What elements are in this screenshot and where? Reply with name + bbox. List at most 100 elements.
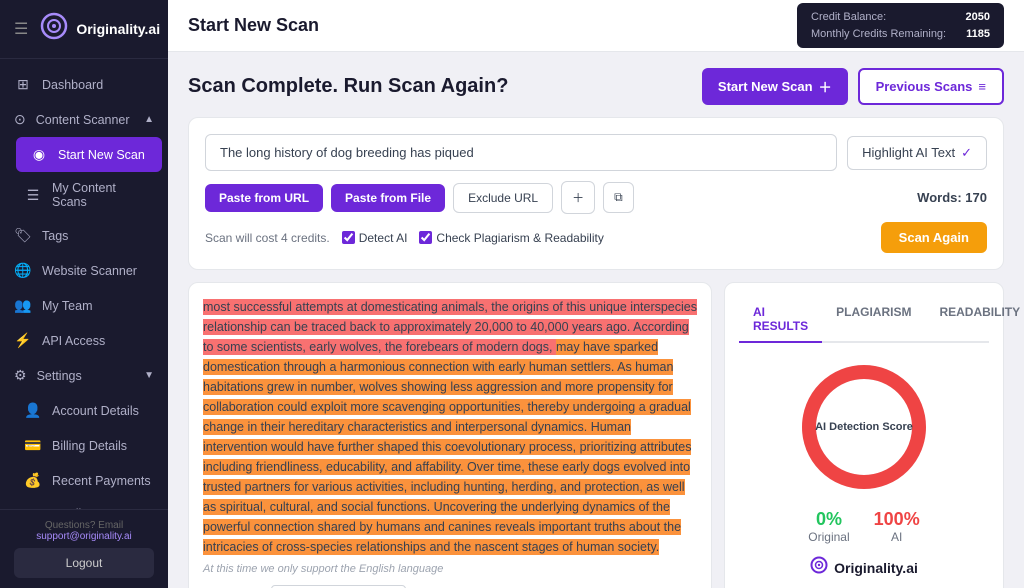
billing-icon: 💳 xyxy=(24,437,42,454)
main-area: Start New Scan Credit Balance: 2050 Mont… xyxy=(168,0,1024,588)
brand-name: Originality.ai xyxy=(834,560,918,576)
sidebar-label-account: Account Details xyxy=(52,404,139,418)
hamburger-icon[interactable]: ☰ xyxy=(14,19,28,39)
scan-input-panel: The long history of dog breeding has piq… xyxy=(188,117,1004,270)
sidebar-item-my-content-scans[interactable]: ☰ My Content Scans xyxy=(10,172,168,218)
sidebar-label-api: API Access xyxy=(42,334,105,348)
copy-icon-button[interactable]: ⧉ xyxy=(603,182,634,213)
sidebar-label-tags: Tags xyxy=(42,229,68,243)
monthly-remaining-label: Monthly Credits Remaining: xyxy=(811,26,946,43)
start-scan-icon: ◉ xyxy=(30,146,48,163)
sidebar-item-account-details[interactable]: 👤 Account Details xyxy=(10,393,168,428)
content-scans-icon: ☰ xyxy=(24,187,42,204)
right-column: AI RESULTS PLAGIARISM READABILITY xyxy=(724,282,1004,588)
add-icon-button[interactable]: ＋ xyxy=(561,181,595,214)
language-note: At this time we only support the English… xyxy=(203,563,697,575)
settings-icon: ⚙ xyxy=(14,367,27,384)
sidebar-label-website-scanner: Website Scanner xyxy=(42,264,137,278)
sidebar-item-website-scanner[interactable]: 🌐 Website Scanner xyxy=(0,253,168,288)
ai-pct: 100% xyxy=(874,509,920,530)
page-title: Start New Scan xyxy=(188,15,319,36)
sidebar-item-tags[interactable]: 🏷 Tags xyxy=(0,218,168,253)
original-score: 0% Original xyxy=(808,509,849,544)
topbar: Start New Scan Credit Balance: 2050 Mont… xyxy=(168,0,1024,52)
sidebar-label-content-scanner: Content Scanner xyxy=(36,113,130,127)
sidebar-label-dashboard: Dashboard xyxy=(42,78,103,92)
scan-text-input[interactable]: The long history of dog breeding has piq… xyxy=(205,134,837,171)
two-col-layout: most successful attempts at domesticatin… xyxy=(188,282,1004,588)
logout-button[interactable]: Logout xyxy=(14,548,154,578)
sidebar-label-my-content-scans: My Content Scans xyxy=(52,181,154,209)
plagiarism-checkbox-label[interactable]: Check Plagiarism & Readability xyxy=(419,231,603,245)
sidebar-sub-settings: 👤 Account Details 💳 Billing Details 💰 Re… xyxy=(0,393,168,509)
support-email[interactable]: support@originality.ai xyxy=(36,531,132,542)
sidebar-item-billing-details[interactable]: 💳 Billing Details xyxy=(10,428,168,463)
sidebar-footer: Questions? Email support@originality.ai … xyxy=(0,509,168,588)
previous-scans-button[interactable]: Previous Scans ≡ xyxy=(858,68,1004,105)
brand-logo-icon xyxy=(810,556,828,579)
score-labels: 0% Original 100% AI xyxy=(739,509,989,544)
topbar-right: Credit Balance: 2050 Monthly Credits Rem… xyxy=(797,3,1004,48)
credit-info: Credit Balance: 2050 Monthly Credits Rem… xyxy=(797,3,1004,48)
start-new-scan-button[interactable]: Start New Scan ＋ xyxy=(702,68,848,105)
sidebar-item-start-new-scan[interactable]: ◉ Start New Scan xyxy=(16,137,162,172)
list-icon: ≡ xyxy=(978,79,986,94)
input-row: The long history of dog breeding has piq… xyxy=(205,134,987,171)
tags-icon: 🏷 xyxy=(14,227,32,244)
results-tabs: AI RESULTS PLAGIARISM READABILITY xyxy=(739,297,989,343)
sidebar-label-start-scan: Start New Scan xyxy=(58,148,145,162)
sidebar-item-credit-subscription[interactable]: 🔄 Credit Subscription xyxy=(10,498,168,509)
credit-balance-value: 2050 xyxy=(966,9,990,26)
credit-balance-label: Credit Balance: xyxy=(811,9,886,26)
toolbar: Paste from URL Paste from File Exclude U… xyxy=(205,181,987,214)
highlighted-text-orange: may have sparked domestication through a… xyxy=(203,339,691,555)
donut-center-label: AI Detection Score xyxy=(815,420,913,434)
text-content-panel: most successful attempts at domesticatin… xyxy=(188,282,712,588)
highlight-ai-text-button[interactable]: Highlight AI Text ✓ xyxy=(847,136,987,170)
detect-ai-checkbox[interactable] xyxy=(342,231,355,244)
check-icon: ✓ xyxy=(961,145,972,161)
tab-readability[interactable]: READABILITY xyxy=(925,297,1024,343)
payments-icon: 💰 xyxy=(24,472,42,489)
chevron-icon: ▲ xyxy=(144,114,154,125)
paste-from-file-button[interactable]: Paste from File xyxy=(331,184,445,212)
scan-options: Scan will cost 4 credits. Detect AI Chec… xyxy=(205,222,987,253)
cost-text: Scan will cost 4 credits. xyxy=(205,231,330,245)
left-column: most successful attempts at domesticatin… xyxy=(188,282,712,588)
words-count: Words: 170 xyxy=(917,190,987,205)
content-scanner-icon: ⊙ xyxy=(14,111,26,128)
sidebar-label-billing: Billing Details xyxy=(52,439,127,453)
paste-from-url-button[interactable]: Paste from URL xyxy=(205,184,323,212)
sidebar-item-my-team[interactable]: 👥 My Team xyxy=(0,288,168,323)
scan-actions: Start New Scan ＋ Previous Scans ≡ xyxy=(702,68,1004,105)
original-pct: 0% xyxy=(808,509,849,530)
sidebar-item-content-scanner[interactable]: ⊙ Content Scanner ▲ xyxy=(0,102,168,137)
scan-header: Scan Complete. Run Scan Again? Start New… xyxy=(188,68,1004,105)
content-area: Scan Complete. Run Scan Again? Start New… xyxy=(168,52,1024,588)
sidebar-label-team: My Team xyxy=(42,299,92,313)
sidebar-logo-text: Originality.ai xyxy=(76,21,160,37)
detect-ai-checkbox-label[interactable]: Detect AI xyxy=(342,231,408,245)
monthly-remaining-value: 1185 xyxy=(966,26,990,43)
sidebar-item-recent-payments[interactable]: 💰 Recent Payments xyxy=(10,463,168,498)
dashboard-icon: ⊞ xyxy=(14,76,32,93)
plagiarism-checkbox[interactable] xyxy=(419,231,432,244)
sidebar-nav: ⊞ Dashboard ⊙ Content Scanner ▲ ◉ Start … xyxy=(0,59,168,509)
sidebar-item-api-access[interactable]: ⚡ API Access xyxy=(0,323,168,358)
scan-again-button[interactable]: Scan Again xyxy=(881,222,987,253)
sidebar-item-settings[interactable]: ⚙ Settings ▼ xyxy=(0,358,168,393)
website-scanner-icon: 🌐 xyxy=(14,262,32,279)
tab-plagiarism[interactable]: PLAGIARISM xyxy=(822,297,925,343)
exclude-url-button[interactable]: Exclude URL xyxy=(453,183,553,213)
ai-label: AI xyxy=(874,530,920,544)
originality-brand: Originality.ai xyxy=(739,556,989,579)
settings-chevron-icon: ▼ xyxy=(144,370,154,381)
text-content: most successful attempts at domesticatin… xyxy=(203,297,697,557)
original-label: Original xyxy=(808,530,849,544)
scan-title: Scan Complete. Run Scan Again? xyxy=(188,75,508,98)
tab-ai-results[interactable]: AI RESULTS xyxy=(739,297,822,343)
support-text: Questions? Email support@originality.ai xyxy=(14,520,154,542)
sidebar-item-dashboard[interactable]: ⊞ Dashboard xyxy=(0,67,168,102)
sidebar-label-payments: Recent Payments xyxy=(52,474,151,488)
sidebar: ☰ Originality.ai ⊞ Dashboard ⊙ Content S… xyxy=(0,0,168,588)
